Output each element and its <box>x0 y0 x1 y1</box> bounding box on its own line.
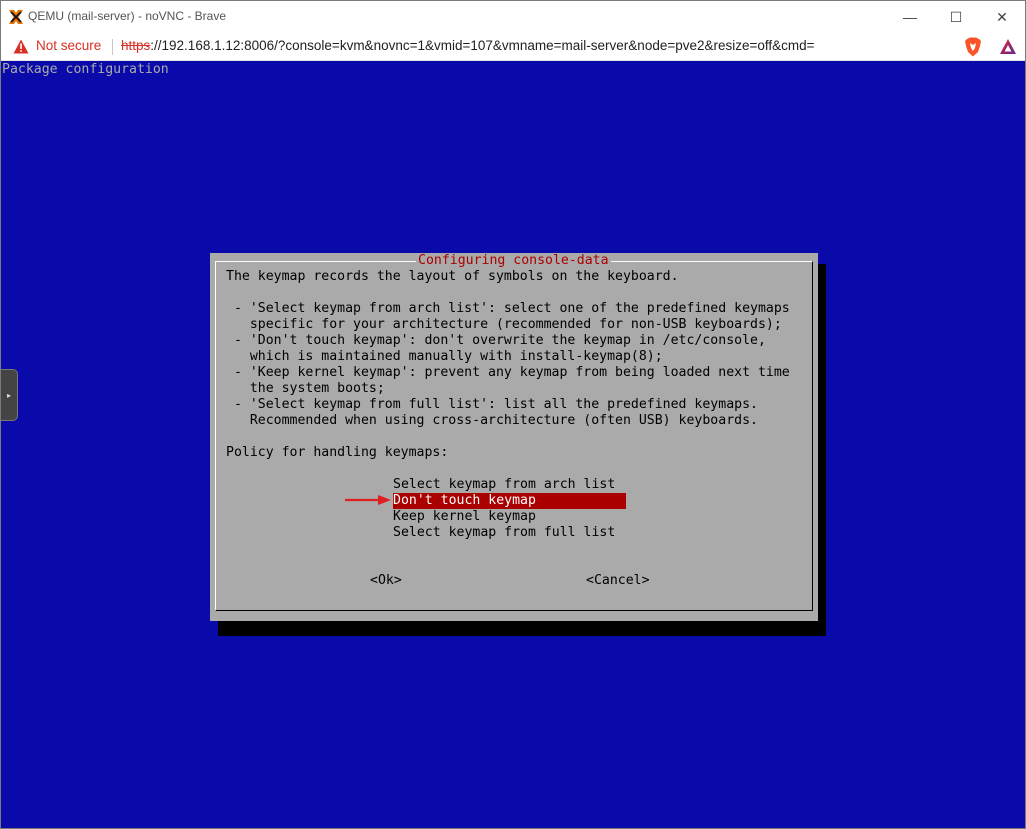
cancel-button[interactable]: <Cancel> <box>586 573 650 589</box>
dialog-title: Configuring console-data <box>416 253 611 269</box>
option-dont-touch-keymap[interactable]: Don't touch keymap <box>393 493 626 509</box>
option-select-keymap-arch-list[interactable]: Select keymap from arch list <box>393 477 626 493</box>
minimize-button[interactable]: — <box>887 1 933 33</box>
not-secure-label[interactable]: Not secure <box>36 38 101 53</box>
proxmox-app-icon <box>9 10 23 24</box>
url-field[interactable]: https://192.168.1.12:8006/?console=kvm&n… <box>121 38 815 53</box>
option-select-keymap-full-list[interactable]: Select keymap from full list <box>393 525 626 541</box>
annotation-arrow-icon <box>345 495 391 505</box>
browser-window: QEMU (mail-server) - noVNC - Brave — ☐ ✕… <box>0 0 1026 829</box>
dialog-description: The keymap records the layout of symbols… <box>226 269 790 460</box>
brave-shields-icon[interactable] <box>964 37 982 57</box>
address-separator <box>112 39 113 55</box>
vnc-console[interactable]: Package configuration ▸ Configuring cons… <box>1 61 1025 828</box>
warning-icon[interactable] <box>13 39 29 54</box>
novnc-control-bar-handle[interactable]: ▸ <box>1 369 18 421</box>
address-bar: Not secure https://192.168.1.12:8006/?co… <box>1 33 1025 61</box>
ok-button[interactable]: <Ok> <box>370 573 402 589</box>
close-button[interactable]: ✕ <box>979 1 1025 33</box>
title-bar: QEMU (mail-server) - noVNC - Brave — ☐ ✕ <box>1 1 1025 33</box>
url-text: ://192.168.1.12:8006/?console=kvm&novnc=… <box>150 38 815 53</box>
maximize-button[interactable]: ☐ <box>933 1 979 33</box>
option-keep-kernel-keymap[interactable]: Keep kernel keymap <box>393 509 626 525</box>
window-title: QEMU (mail-server) - noVNC - Brave <box>28 9 227 23</box>
package-configuration-header: Package configuration <box>2 62 169 77</box>
configuring-console-data-dialog: Configuring console-data The keymap reco… <box>210 253 818 621</box>
brave-rewards-icon[interactable] <box>999 38 1017 56</box>
url-scheme: https <box>121 38 151 53</box>
